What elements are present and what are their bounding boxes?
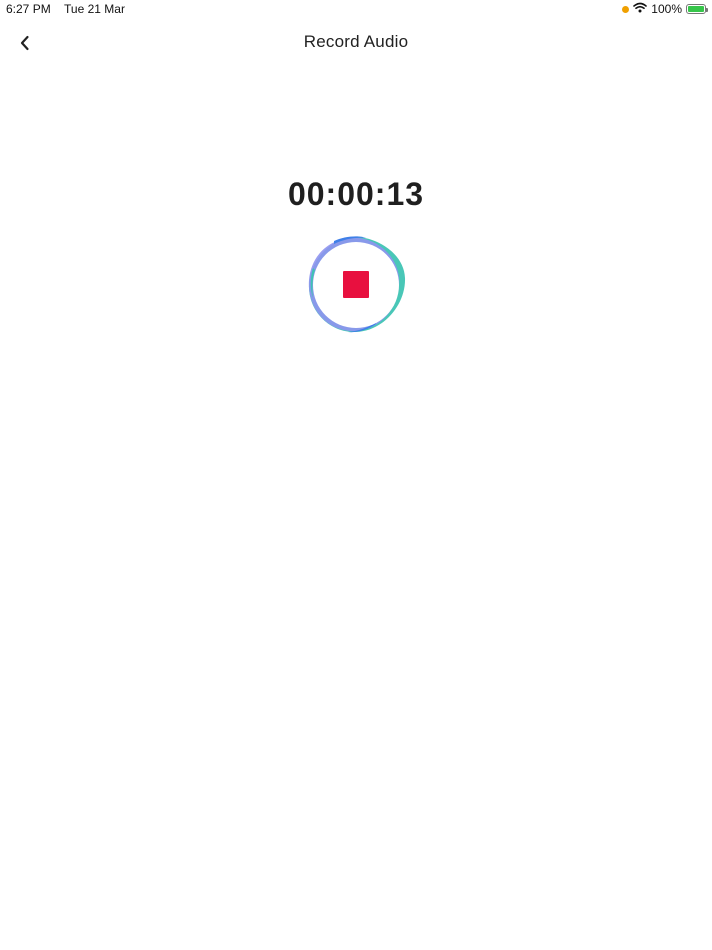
elapsed-timer: 00:00:13 — [287, 176, 425, 212]
battery-percent: 100% — [651, 2, 682, 16]
wifi-icon — [633, 2, 648, 16]
navigation-bar: Record Audio — [0, 22, 712, 62]
status-time: 6:27 PM — [6, 2, 51, 16]
orange-dot-indicator-icon — [622, 5, 630, 13]
page-title: Record Audio — [303, 32, 409, 51]
status-date: Tue 21 Mar — [64, 2, 125, 16]
battery-charging-icon — [686, 4, 708, 14]
stop-recording-button[interactable] — [304, 234, 408, 336]
stop-icon — [343, 271, 369, 298]
status-right: 100% — [622, 1, 708, 17]
status-bar: 6:27 PM Tue 21 Mar 100% — [0, 0, 712, 18]
status-left: 6:27 PM Tue 21 Mar — [6, 2, 125, 16]
